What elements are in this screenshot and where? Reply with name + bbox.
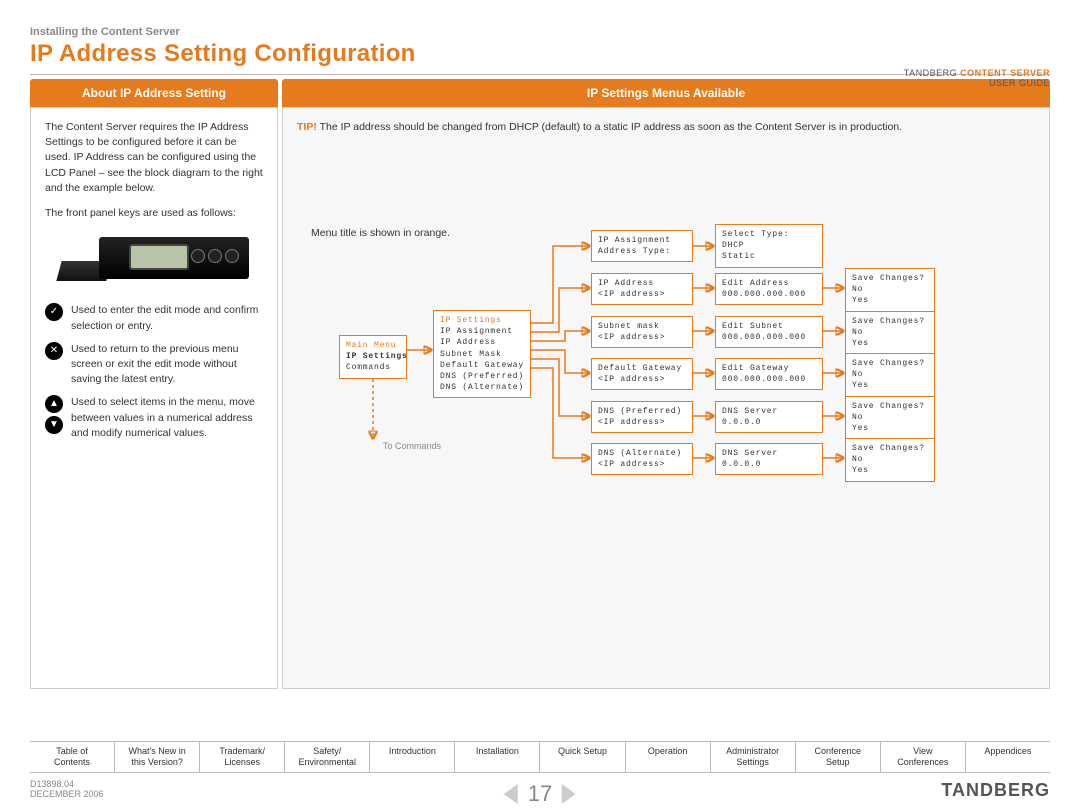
col5-2: Save Changes? No Yes bbox=[845, 353, 935, 397]
next-page-icon[interactable] bbox=[562, 784, 576, 804]
col5-1: Save Changes? No Yes bbox=[845, 311, 935, 355]
up-icon: ▲ bbox=[45, 395, 63, 413]
brand-block: TANDBERG CONTENT SERVER USER GUIDE bbox=[904, 68, 1050, 88]
brand-guide: USER GUIDE bbox=[989, 78, 1050, 88]
col3-1: IP Address <IP address> bbox=[591, 273, 693, 305]
cancel-icon: ✕ bbox=[45, 342, 63, 360]
bottom-nav: Table of Contents What's New in this Ver… bbox=[30, 741, 1050, 774]
nav-trademark[interactable]: Trademark/ Licenses bbox=[199, 742, 284, 773]
prev-page-icon[interactable] bbox=[504, 784, 518, 804]
page-title: IP Address Setting Configuration bbox=[30, 40, 1050, 68]
nav-whatsnew[interactable]: What's New in this Version? bbox=[114, 742, 199, 773]
col4-4: DNS Server 0.0.0.0 bbox=[715, 401, 823, 433]
doc-id: D13898.04 bbox=[30, 779, 74, 789]
ipsettings-box: IP Settings IP Assignment IP Address Sub… bbox=[433, 310, 531, 398]
col5-0: Save Changes? No Yes bbox=[845, 268, 935, 312]
nav-adminsettings[interactable]: Administrator Settings bbox=[710, 742, 795, 773]
about-p1: The Content Server requires the IP Addre… bbox=[45, 120, 263, 196]
nav-operation[interactable]: Operation bbox=[625, 742, 710, 773]
page-number: 17 bbox=[528, 781, 552, 807]
col3-2: Subnet mask <IP address> bbox=[591, 316, 693, 348]
diagram-panel: TIP! The IP address should be changed fr… bbox=[282, 107, 1050, 689]
page-navigation: 17 bbox=[504, 781, 576, 807]
nav-introduction[interactable]: Introduction bbox=[369, 742, 454, 773]
down-icon: ▼ bbox=[45, 416, 63, 434]
col3-4: DNS (Preferred) <IP address> bbox=[591, 401, 693, 433]
device-illustration bbox=[59, 231, 249, 289]
col4-5: DNS Server 0.0.0.0 bbox=[715, 443, 823, 475]
breadcrumb: Installing the Content Server bbox=[30, 26, 1050, 38]
tab-about: About IP Address Setting bbox=[30, 79, 278, 107]
to-commands-caption: To Commands bbox=[383, 441, 441, 451]
col4-1: Edit Address 000.000.000.000 bbox=[715, 273, 823, 305]
footer-docinfo: D13898.04 DECEMBER 2006 bbox=[30, 779, 104, 799]
col3-5: DNS (Alternate) <IP address> bbox=[591, 443, 693, 475]
mainmenu-box: Main Menu IP Settings Commands bbox=[339, 335, 407, 379]
header-rule bbox=[30, 74, 1050, 75]
check-icon: ✓ bbox=[45, 303, 63, 321]
nav-viewconf[interactable]: View Conferences bbox=[880, 742, 965, 773]
doc-date: DECEMBER 2006 bbox=[30, 789, 104, 799]
col4-2: Edit Subnet 000.000.000.000 bbox=[715, 316, 823, 348]
col5-3: Save Changes? No Yes bbox=[845, 396, 935, 440]
brand-product: CONTENT SERVER bbox=[960, 68, 1050, 78]
col3-3: Default Gateway <IP address> bbox=[591, 358, 693, 390]
nav-installation[interactable]: Installation bbox=[454, 742, 539, 773]
tandberg-logo: TANDBERG bbox=[941, 780, 1050, 801]
nav-safety[interactable]: Safety/ Environmental bbox=[284, 742, 369, 773]
brand-name: TANDBERG bbox=[904, 68, 960, 78]
about-p2: The front panel keys are used as follows… bbox=[45, 206, 263, 221]
nav-appendices[interactable]: Appendices bbox=[965, 742, 1050, 773]
col4-0: Select Type: DHCP Static bbox=[715, 224, 823, 268]
key3-text: Used to select items in the menu, move b… bbox=[71, 395, 263, 441]
col5-4: Save Changes? No Yes bbox=[845, 438, 935, 482]
nav-toc[interactable]: Table of Contents bbox=[30, 742, 114, 773]
col4-3: Edit Gateway 000.000.000.000 bbox=[715, 358, 823, 390]
nav-confsetup[interactable]: Conference Setup bbox=[795, 742, 880, 773]
key1-text: Used to enter the edit mode and confirm … bbox=[71, 303, 263, 333]
about-panel: The Content Server requires the IP Addre… bbox=[30, 107, 278, 689]
nav-quicksetup[interactable]: Quick Setup bbox=[539, 742, 624, 773]
key2-text: Used to return to the previous menu scre… bbox=[71, 342, 263, 388]
col3-0: IP Assignment Address Type: bbox=[591, 230, 693, 262]
